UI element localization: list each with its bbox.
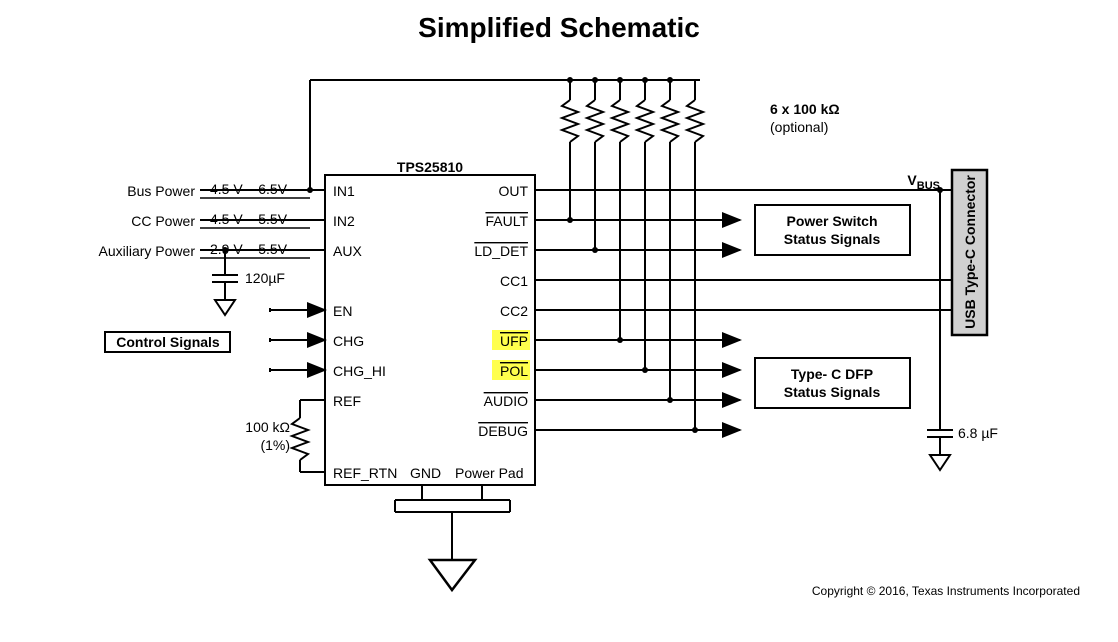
pin-debug: DEBUG bbox=[478, 423, 528, 439]
pin-ld-det: LD_DET bbox=[474, 243, 528, 259]
usb-connector-label: USB Type-C Connector bbox=[962, 175, 978, 329]
pin-ref: REF bbox=[333, 393, 361, 409]
schematic: TPS25810 IN1 IN2 AUX EN CHG CHG_HI REF R… bbox=[0, 0, 1118, 642]
cc-power-label: CC Power bbox=[131, 213, 195, 229]
pin-in2: IN2 bbox=[333, 213, 355, 229]
pullup-label: 6 x 100 kΩ bbox=[770, 101, 840, 117]
aux-power-range: 2.9 V – 5.5V bbox=[210, 241, 288, 257]
pin-cc2: CC2 bbox=[500, 303, 528, 319]
pin-fault: FAULT bbox=[485, 213, 528, 229]
bus-power-range: 4.5 V – 6.5V bbox=[210, 181, 288, 197]
aux-power-label: Auxiliary Power bbox=[99, 243, 196, 259]
chip-name: TPS25810 bbox=[397, 159, 463, 175]
pin-in1: IN1 bbox=[333, 183, 355, 199]
dfp-status-label2: Status Signals bbox=[784, 384, 881, 400]
bus-power-label: Bus Power bbox=[127, 183, 195, 199]
output-cap: 6.8 µF bbox=[958, 425, 998, 441]
gnd-symbol bbox=[430, 560, 475, 590]
input-cap: 120µF bbox=[245, 270, 285, 286]
ref-resistor-tol: (1%) bbox=[260, 437, 290, 453]
pin-out: OUT bbox=[498, 183, 528, 199]
ref-resistor-val: 100 kΩ bbox=[245, 419, 290, 435]
pin-chg: CHG bbox=[333, 333, 364, 349]
pullup-optional: (optional) bbox=[770, 119, 828, 135]
cc-power-range: 4.5 V – 5.5V bbox=[210, 211, 288, 227]
pin-pol: POL bbox=[500, 363, 528, 379]
control-signals-label: Control Signals bbox=[116, 334, 220, 350]
pin-audio: AUDIO bbox=[484, 393, 528, 409]
power-switch-label1: Power Switch bbox=[786, 213, 877, 229]
pin-powerpad: Power Pad bbox=[455, 465, 523, 481]
pin-cc1: CC1 bbox=[500, 273, 528, 289]
copyright: Copyright © 2016, Texas Instruments Inco… bbox=[812, 584, 1080, 598]
pin-ref-rtn: REF_RTN bbox=[333, 465, 397, 481]
power-switch-label2: Status Signals bbox=[784, 231, 881, 247]
pin-chg-hi: CHG_HI bbox=[333, 363, 386, 379]
pin-en: EN bbox=[333, 303, 352, 319]
pin-ufp: UFP bbox=[500, 333, 528, 349]
pullup-resistors bbox=[562, 77, 703, 433]
pin-aux: AUX bbox=[333, 243, 362, 259]
pin-gnd: GND bbox=[410, 465, 441, 481]
dfp-status-label1: Type- C DFP bbox=[791, 366, 873, 382]
